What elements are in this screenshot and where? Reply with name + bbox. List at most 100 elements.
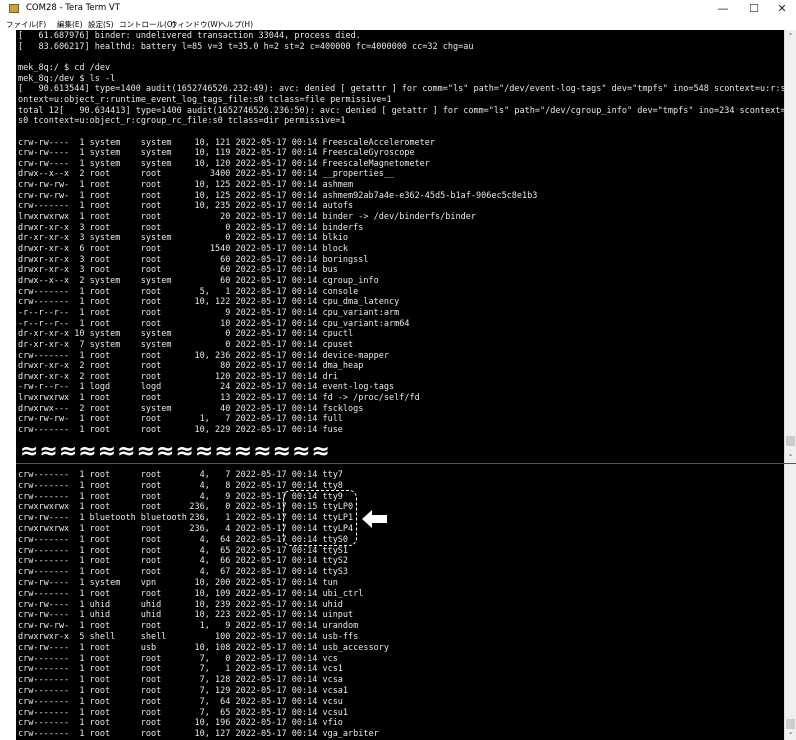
listing-time: 00:14 xyxy=(291,588,318,599)
listing-size: 4, 64 xyxy=(199,534,231,545)
listing-group: system xyxy=(140,339,172,350)
listing-size: 3400 xyxy=(209,169,231,180)
listing-date: 2022-05-17 xyxy=(235,393,287,404)
listing-owner: root xyxy=(89,718,111,729)
listing-owner: root xyxy=(89,567,111,578)
listing-date: 2022-05-17 xyxy=(235,148,287,159)
listing-perm: crw------- xyxy=(18,350,70,361)
listing-owner: bluetooth xyxy=(89,513,136,524)
listing-size: 10, 125 xyxy=(194,180,231,191)
listing-date: 2022-05-17 xyxy=(235,212,287,223)
listing-perm: crw------- xyxy=(18,567,70,578)
menu-window[interactable]: ウィンドウ(W) xyxy=(170,19,221,30)
listing-perm: crw------- xyxy=(18,686,70,696)
listing-links: 7 xyxy=(79,339,85,350)
listing-time: 00:14 xyxy=(291,686,318,696)
listing-time: 00:14 xyxy=(291,707,318,718)
scroll-up-icon[interactable]: ⌃ xyxy=(785,32,796,40)
listing-owner: root xyxy=(89,393,111,404)
listing-group: root xyxy=(140,350,162,361)
menu-file[interactable]: ファイル(F) xyxy=(6,19,46,30)
listing-perm: crw------- xyxy=(18,556,70,567)
listing-size: 10, 108 xyxy=(194,642,231,653)
listing-name: device-mapper xyxy=(322,350,389,361)
listing-time: 00:14 xyxy=(291,382,318,393)
listing-name: fd -> /proc/self/fd xyxy=(322,393,420,404)
listing-time: 00:14 xyxy=(291,329,318,340)
listing-size: 7, 64 xyxy=(199,696,231,707)
listing-name: cpuctl xyxy=(322,329,354,340)
listing-size: 60 xyxy=(220,265,231,276)
listing-date: 2022-05-17 xyxy=(235,307,287,318)
listing-date: 2022-05-17 xyxy=(235,718,287,729)
menu-help[interactable]: ヘルプ(H) xyxy=(219,19,253,30)
scroll-down-icon[interactable]: ⌄ xyxy=(785,450,796,458)
scrollbar-bottom[interactable]: ⌄ xyxy=(784,464,796,740)
listing-owner: root xyxy=(89,502,111,513)
listing-row: -r--r--r-- 1 root root 10 2022-05-17 00:14 cpu_… xyxy=(18,319,409,330)
listing-size: 10, 125 xyxy=(194,190,231,201)
listing-time: 00:14 xyxy=(291,233,318,244)
listing-size: 10, 200 xyxy=(194,578,231,588)
maximize-button[interactable]: ☐ xyxy=(741,2,767,16)
listing-time: 00:14 xyxy=(291,632,318,642)
listing-name: ttyS3 xyxy=(322,567,349,578)
title-bar: COM28 - Tera Term VT — ☐ ✕ xyxy=(0,0,796,18)
listing-links: 1 xyxy=(79,578,85,588)
listing-date: 2022-05-17 xyxy=(235,414,287,425)
listing-time: 00:14 xyxy=(291,371,318,382)
listing-group: root xyxy=(140,318,162,329)
listing-perm: drwxr-xr-x xyxy=(18,244,70,254)
listing-size: 9 xyxy=(225,307,231,318)
minimize-button[interactable]: — xyxy=(710,2,736,16)
listing-date: 2022-05-17 xyxy=(235,513,287,524)
listing-perm: drwxr-xr-x xyxy=(18,371,70,382)
listing-group: root xyxy=(140,222,162,233)
listing-time: 00:14 xyxy=(291,610,318,621)
listing-date: 2022-05-17 xyxy=(235,403,287,414)
listing-row: crw------- 1 root root 4, 7 2022-05-17 00:14 tt… xyxy=(18,470,343,481)
listing-size: 7, 1 xyxy=(199,664,231,675)
scroll-thumb[interactable] xyxy=(786,436,795,446)
teraterm-app-icon xyxy=(9,4,19,13)
listing-size: 1540 xyxy=(209,244,231,254)
scroll-down-icon[interactable]: ⌄ xyxy=(785,728,796,736)
listing-group: root xyxy=(140,696,162,707)
listing-links: 1 xyxy=(79,201,85,212)
listing-perm: drwxr-xr-x xyxy=(18,222,70,233)
listing-owner: root xyxy=(89,545,111,556)
listing-owner: root xyxy=(89,265,111,276)
terminal-output-bottom[interactable]: crw------- 1 root root 4, 7 2022-05-17 00:14 tt… xyxy=(16,464,784,740)
listing-group: logd xyxy=(140,382,162,393)
menu-setup[interactable]: 設定(S) xyxy=(88,19,114,30)
close-button[interactable]: ✕ xyxy=(769,2,795,16)
listing-name: dma_heap xyxy=(322,361,364,372)
listing-links: 1 xyxy=(79,642,85,653)
listing-time: 00:14 xyxy=(291,567,318,578)
listing-size: 13 xyxy=(220,393,231,404)
listing-group: root xyxy=(140,169,162,180)
listing-time: 00:14 xyxy=(291,212,318,223)
listing-group: system xyxy=(140,329,172,340)
listing-size: 4, 8 xyxy=(199,480,231,491)
scrollbar-top[interactable]: ⌃ ⌄ xyxy=(784,30,796,463)
listing-date: 2022-05-17 xyxy=(235,675,287,686)
listing-perm: crw-rw---- xyxy=(18,599,70,610)
listing-group: root xyxy=(140,621,162,632)
listing-links: 1 xyxy=(79,534,85,545)
listing-time: 00:14 xyxy=(291,696,318,707)
terminal-output-top[interactable]: [ 61.687976] binder: undelivered transac… xyxy=(16,30,784,463)
listing-date: 2022-05-17 xyxy=(235,339,287,350)
terminal-line: s0 tcontext=u:object_r:cgroup_rc_file:s0… xyxy=(18,116,346,127)
listing-perm: lrwxrwxrwx xyxy=(18,393,70,404)
listing-name: autofs xyxy=(322,201,354,212)
listing-perm: crw------- xyxy=(18,718,70,729)
listing-time: 00:14 xyxy=(291,729,318,740)
listing-name: binderfs xyxy=(322,222,364,233)
listing-links: 2 xyxy=(79,403,85,414)
menu-control[interactable]: コントロール(O) xyxy=(119,19,176,30)
listing-links: 1 xyxy=(79,212,85,223)
listing-links: 1 xyxy=(79,718,85,729)
listing-owner: root xyxy=(89,707,111,718)
menu-edit[interactable]: 編集(E) xyxy=(57,19,83,30)
